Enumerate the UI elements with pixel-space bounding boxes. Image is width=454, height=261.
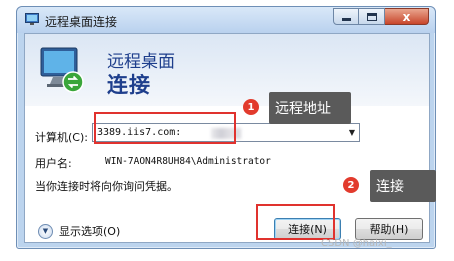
header-subtitle: 连接	[107, 73, 151, 97]
title-bar[interactable]: 远程桌面连接 x	[17, 7, 435, 33]
maximize-icon	[366, 12, 377, 21]
username-value: WIN-7AON4R8UH84\Administrator	[105, 156, 271, 167]
step-marker-2: 2	[343, 177, 359, 193]
show-options-toggle[interactable]: ▼ 显示选项(O)	[38, 223, 120, 239]
dialog-header: 远程桌面 连接	[25, 34, 429, 106]
dropdown-arrow-icon[interactable]: ▼	[345, 124, 359, 141]
remote-monitor-icon	[40, 47, 84, 93]
minimize-icon	[341, 18, 351, 21]
credentials-note: 当你连接时将向你询问凭据。	[35, 180, 178, 193]
maximize-button[interactable]	[359, 8, 385, 25]
expand-chevron-icon[interactable]: ▼	[38, 223, 53, 239]
caption-buttons: x	[333, 8, 429, 26]
show-options-label: 显示选项(O)	[59, 225, 121, 238]
computer-label: 计算机(C):	[35, 131, 88, 144]
close-icon: x	[402, 9, 411, 24]
window-title: 远程桌面连接	[45, 15, 118, 29]
step-marker-1: 1	[243, 99, 259, 115]
username-label: 用户名:	[35, 157, 72, 170]
watermark: CSDN @haixi_	[321, 238, 392, 249]
minimize-button[interactable]	[333, 8, 359, 25]
remote-desktop-app-icon	[25, 13, 39, 25]
help-button[interactable]: 帮助(H)	[355, 218, 423, 240]
callout-connect: 连接	[370, 170, 436, 202]
highlight-connect-button	[256, 204, 335, 240]
close-button[interactable]: x	[385, 8, 429, 25]
highlight-remote-address	[94, 112, 236, 144]
callout-remote-address: 远程地址	[269, 92, 351, 124]
